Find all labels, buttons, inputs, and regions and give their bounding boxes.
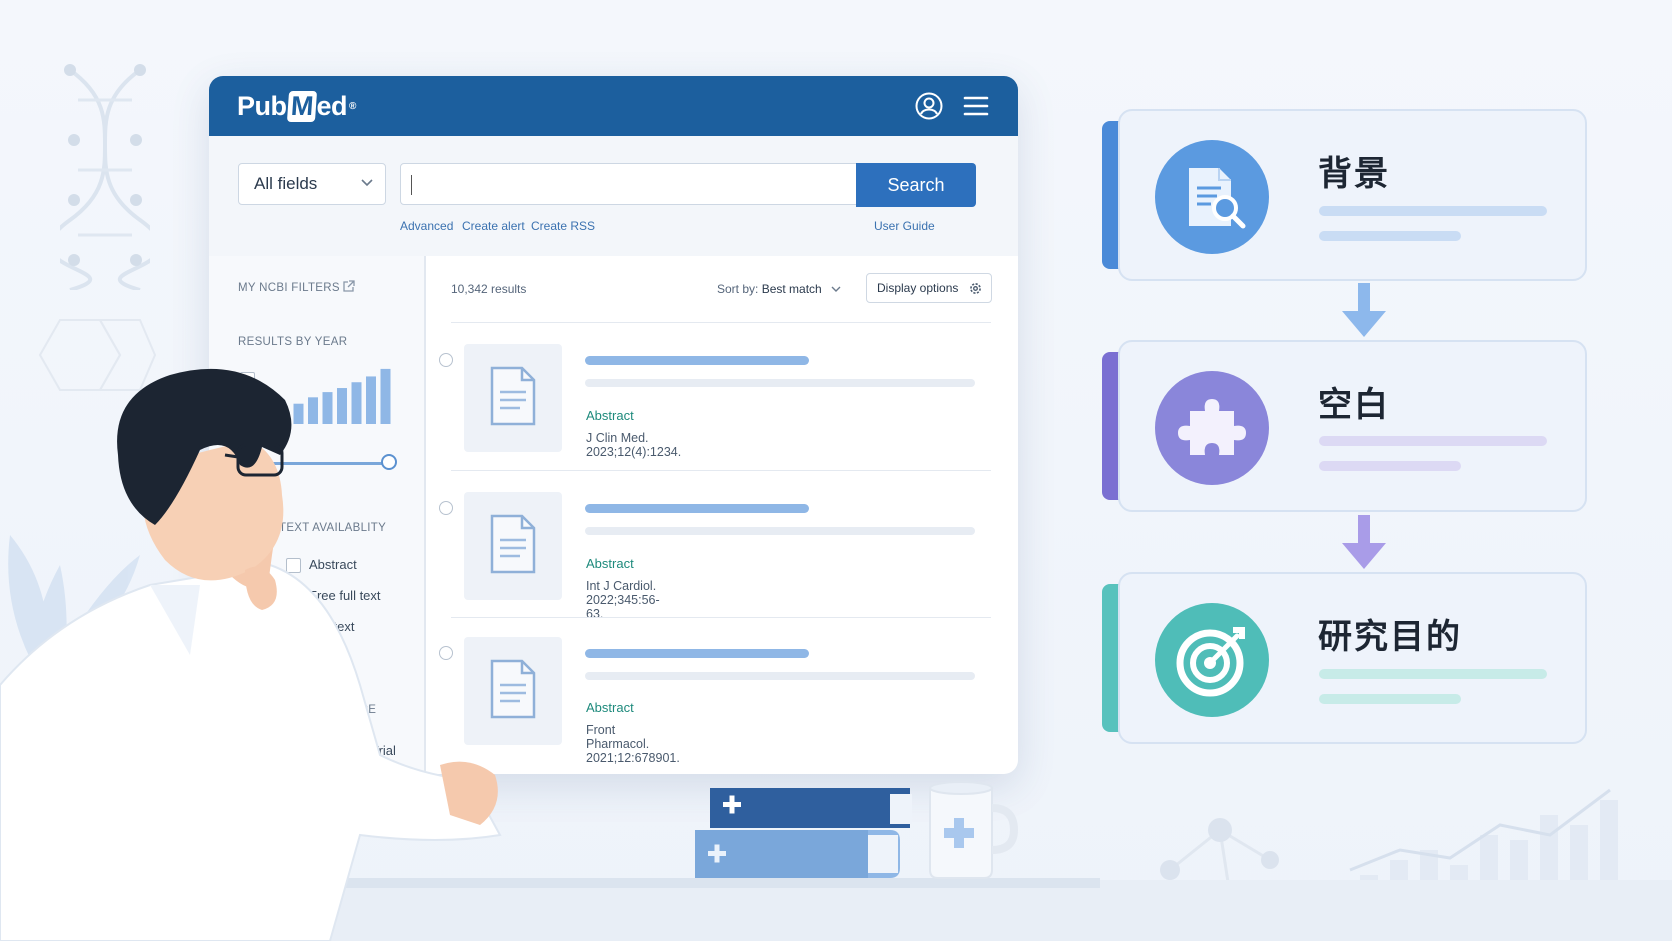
results-by-year-heading: RESULTS BY YEAR xyxy=(238,336,348,348)
logo-registered-mark: ® xyxy=(349,100,356,112)
advanced-search-link[interactable]: Advanced xyxy=(400,219,453,233)
text-caret xyxy=(411,175,412,195)
gear-icon xyxy=(970,283,981,294)
chevron-down-icon xyxy=(831,286,841,292)
result-authors-placeholder xyxy=(585,379,975,387)
gap-card-line xyxy=(1319,461,1461,471)
result-citation: Int J Cardiol. 2022;345:56-63. xyxy=(586,579,660,621)
search-field-select[interactable]: All fields xyxy=(238,163,386,205)
target-icon xyxy=(1155,603,1269,717)
arrow-down-icon xyxy=(1342,283,1386,337)
gap-card-title: 空白 xyxy=(1318,385,1390,425)
sort-by-value: Best match xyxy=(761,282,822,296)
pubmed-logo[interactable]: Pub Med ® xyxy=(237,89,356,123)
sort-by-label: Sort by: xyxy=(717,282,759,296)
objective-card-line xyxy=(1319,694,1461,704)
gap-card-line xyxy=(1319,436,1547,446)
pubmed-header: Pub Med ® xyxy=(209,76,1018,136)
abstract-tag[interactable]: Abstract xyxy=(586,408,634,423)
result-title-placeholder xyxy=(585,649,809,658)
background-card-title: 背景 xyxy=(1318,154,1390,194)
puzzle-piece-icon xyxy=(1155,371,1269,485)
logo-text-m: M xyxy=(286,90,317,122)
result-citation: J Clin Med. 2023;12(4):1234. xyxy=(586,431,682,459)
document-search-icon xyxy=(1155,140,1269,254)
logo-text-pub: Pub xyxy=(237,90,287,121)
results-count: 10,342 results xyxy=(451,282,527,296)
result-citation: Front Pharmacol. 2021;12:678901. xyxy=(586,723,680,765)
chevron-down-icon xyxy=(361,179,373,187)
background-card-line xyxy=(1319,231,1461,241)
create-alert-link[interactable]: Create alert xyxy=(462,219,525,233)
results-header-divider xyxy=(451,322,991,323)
logo-text-ed: ed xyxy=(316,90,348,121)
hamburger-menu-icon[interactable] xyxy=(963,94,989,118)
search-button[interactable]: Search xyxy=(856,163,976,207)
my-ncbi-filters-heading[interactable]: MY NCBI FILTERS xyxy=(238,282,340,294)
display-options-label: Display options xyxy=(877,281,959,295)
dna-helix-decoration-icon xyxy=(60,64,150,290)
display-options-button[interactable]: Display options xyxy=(866,273,992,303)
result-authors-placeholder xyxy=(585,527,975,535)
researcher-illustration xyxy=(0,368,502,941)
objective-card-line xyxy=(1319,669,1547,679)
user-account-icon[interactable] xyxy=(915,92,943,120)
sort-by-dropdown[interactable]: Sort by: Best match xyxy=(717,282,841,296)
user-guide-link[interactable]: User Guide xyxy=(874,219,935,233)
result-title-placeholder xyxy=(585,356,809,365)
create-rss-link[interactable]: Create RSS xyxy=(531,219,595,233)
background-card-line xyxy=(1319,206,1547,216)
result-authors-placeholder xyxy=(585,672,975,680)
objective-card-title: 研究目的 xyxy=(1318,617,1462,657)
abstract-tag[interactable]: Abstract xyxy=(586,700,634,715)
search-field-select-value: All fields xyxy=(254,174,318,193)
coffee-mug-illustration xyxy=(929,781,1019,879)
search-input[interactable] xyxy=(400,163,861,205)
abstract-tag[interactable]: Abstract xyxy=(586,556,634,571)
result-title-placeholder xyxy=(585,504,809,513)
medical-books-illustration xyxy=(695,788,912,878)
arrow-down-icon xyxy=(1342,515,1386,569)
external-link-icon[interactable] xyxy=(342,280,355,293)
